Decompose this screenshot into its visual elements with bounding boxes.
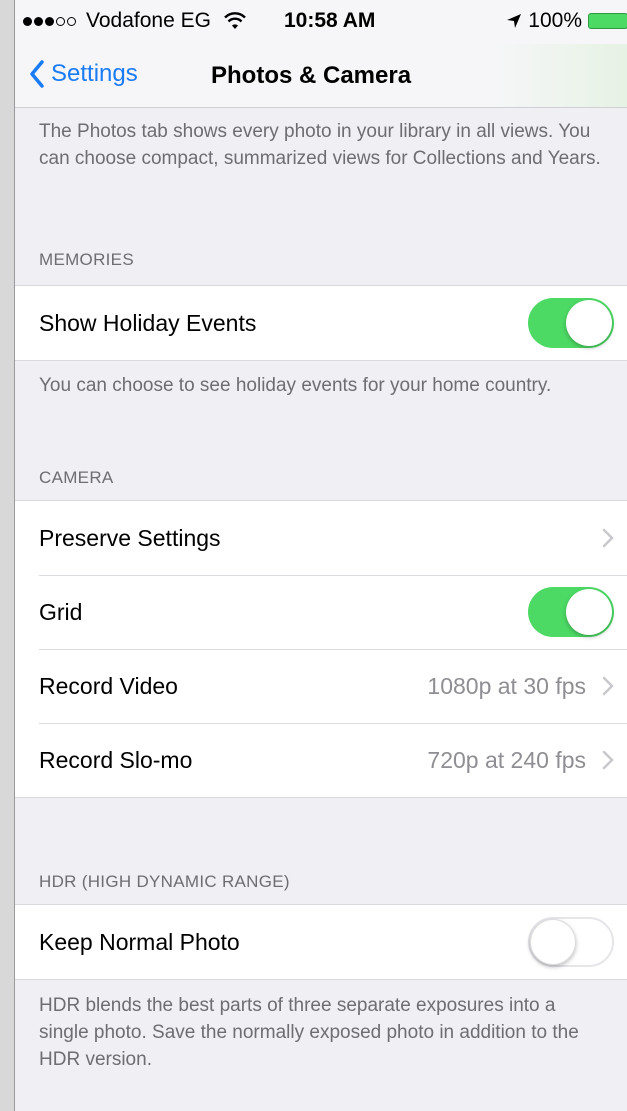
record-slomo-label: Record Slo-mo <box>39 746 193 773</box>
toggle-knob <box>566 300 612 346</box>
page-title: Photos & Camera <box>211 62 412 89</box>
record-video-label: Record Video <box>39 672 178 699</box>
location-arrow-icon <box>507 14 522 28</box>
chevron-right-icon <box>602 676 614 696</box>
memories-footer: You can choose to see holiday events for… <box>39 375 552 396</box>
toggle-knob <box>530 919 576 965</box>
signal-dot <box>23 16 32 26</box>
record-video-value: 1080p at 30 fps <box>427 672 586 699</box>
battery-icon <box>588 13 627 29</box>
status-right: 100% <box>506 9 627 33</box>
keep-normal-photo-row: Keep Normal Photo <box>15 905 627 979</box>
signal-strength-icon <box>23 16 76 26</box>
grid-row: Grid <box>15 575 627 649</box>
back-button[interactable]: Settings <box>29 60 138 88</box>
chevron-left-icon <box>30 60 44 88</box>
show-holiday-events-toggle[interactable] <box>528 298 614 348</box>
status-left: Vodafone EG <box>23 9 247 33</box>
grid-label: Grid <box>39 598 83 625</box>
toggle-knob <box>566 589 612 635</box>
phone-screen: Vodafone EG 10:58 AM 100% Settings Photo… <box>14 0 627 1111</box>
keep-normal-photo-toggle[interactable] <box>528 917 614 967</box>
signal-dot <box>34 16 43 26</box>
chevron-right-icon <box>602 750 614 770</box>
status-bar: Vodafone EG 10:58 AM 100% <box>15 0 627 44</box>
camera-group: Preserve Settings Grid Record Video 1080… <box>15 500 627 798</box>
hdr-group: Keep Normal Photo <box>15 904 627 980</box>
record-video-row[interactable]: Record Video 1080p at 30 fps <box>15 649 627 723</box>
signal-dot-empty <box>67 16 76 26</box>
wifi-icon <box>224 12 246 29</box>
section-header-memories: MEMORIES <box>39 250 134 269</box>
preserve-settings-row[interactable]: Preserve Settings <box>15 501 627 575</box>
signal-dot <box>45 16 54 26</box>
section-header-hdr: HDR (HIGH DYNAMIC RANGE) <box>39 872 290 891</box>
photos-tab-description: The Photos tab shows every photo in your… <box>39 121 601 169</box>
show-holiday-events-row: Show Holiday Events <box>15 286 627 360</box>
status-time: 10:58 AM <box>284 9 376 32</box>
record-slomo-row[interactable]: Record Slo-mo 720p at 240 fps <box>15 723 627 797</box>
grid-toggle[interactable] <box>528 587 614 637</box>
signal-dot-empty <box>56 16 65 26</box>
navigation-bar: Settings Photos & Camera <box>15 44 627 108</box>
record-slomo-value: 720p at 240 fps <box>427 746 586 773</box>
chevron-right-icon <box>602 528 614 548</box>
preserve-settings-label: Preserve Settings <box>39 524 221 551</box>
back-button-label: Settings <box>51 60 138 87</box>
section-header-camera: CAMERA <box>39 468 114 487</box>
hdr-footer: HDR blends the best parts of three separ… <box>39 995 579 1070</box>
memories-group: Show Holiday Events <box>15 285 627 361</box>
carrier-name: Vodafone EG <box>86 9 211 32</box>
show-holiday-events-label: Show Holiday Events <box>39 309 257 336</box>
battery-percent: 100% <box>528 9 582 32</box>
keep-normal-photo-label: Keep Normal Photo <box>39 928 240 955</box>
